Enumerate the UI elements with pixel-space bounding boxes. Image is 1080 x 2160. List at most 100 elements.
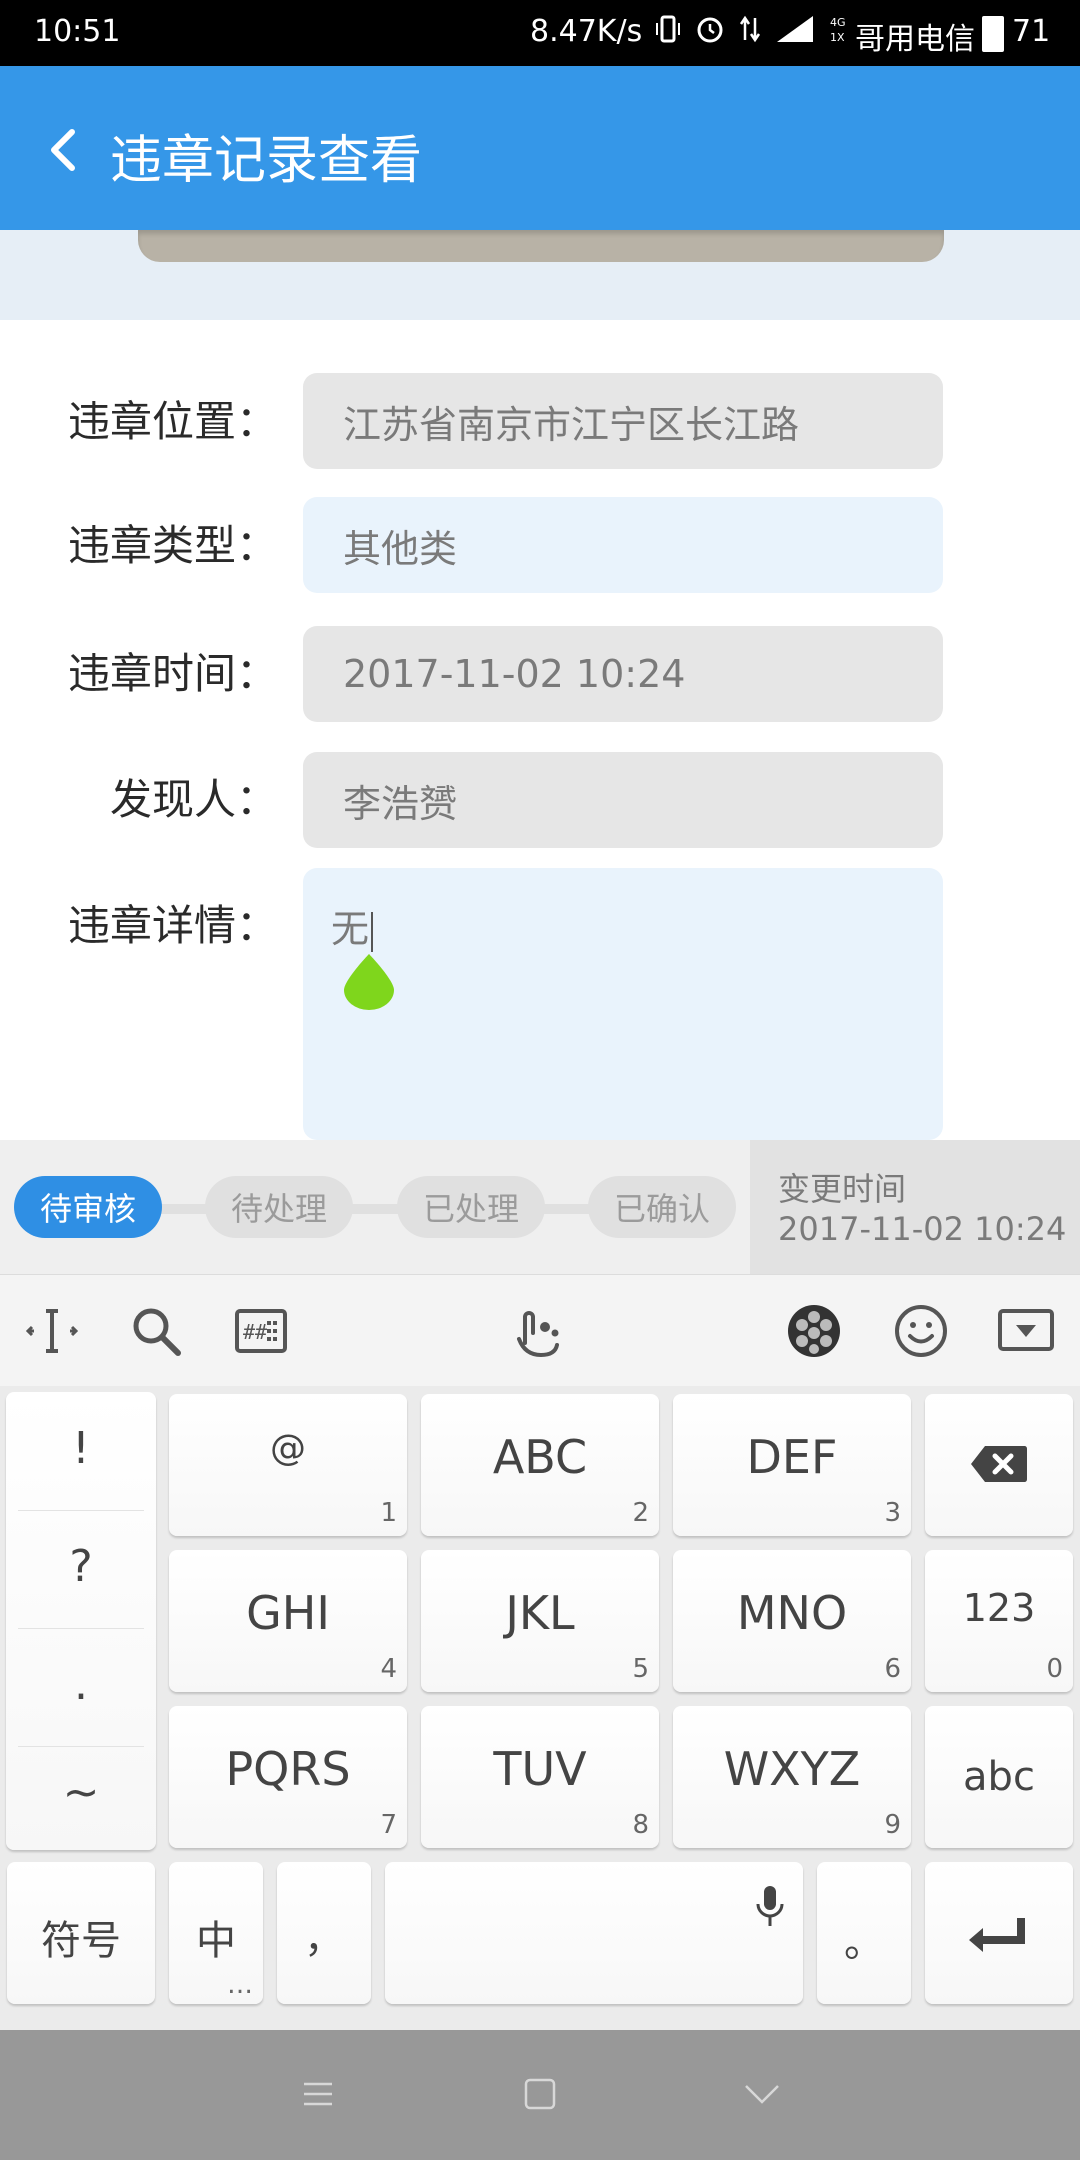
key-label: abc (963, 1754, 1035, 1800)
detail-text: 无 (331, 907, 370, 951)
backspace-icon (971, 1446, 1028, 1482)
keyboard: ! ? . ~ @ 1 ABC 2 DEF 3 GHI 4 JKL 5 MNO … (0, 1386, 1080, 2030)
key-sublabel: 1 (380, 1498, 397, 1528)
finder-label: 发现人： (109, 775, 278, 824)
punctuation-column: ! ? . ~ (6, 1392, 156, 1850)
key-tilde[interactable]: ~ (6, 1736, 156, 1850)
page-title: 违章记录查看 (110, 131, 423, 191)
symbols-key[interactable]: 符号 (7, 1862, 155, 2004)
key-dot[interactable]: . (6, 1628, 156, 1742)
key-sublabel: 5 (632, 1654, 649, 1684)
key-question[interactable]: ? (6, 1510, 156, 1624)
key-9[interactable]: WXYZ 9 (673, 1706, 911, 1848)
key-7[interactable]: PQRS 7 (169, 1706, 407, 1848)
search-icon[interactable] (128, 1303, 184, 1359)
key-sublabel: 2 (632, 1498, 649, 1528)
alarm-icon (697, 17, 723, 43)
key-sublabel: … (227, 1970, 253, 2000)
chevron-left-icon[interactable] (42, 126, 82, 174)
key-label: @ (270, 1428, 306, 1469)
change-time-value: 2017-11-02 10:24 (778, 1210, 1067, 1248)
data-transfer-icon (739, 15, 761, 43)
key-sublabel: 0 (1046, 1654, 1063, 1684)
type-label: 违章类型： (67, 521, 278, 570)
home-icon[interactable] (520, 2074, 560, 2114)
status-icons: 4G 1X (655, 14, 851, 44)
key-label: GHI (246, 1586, 330, 1640)
step-confirmed: 已确认 (588, 1176, 736, 1238)
key-2[interactable]: ABC 2 (421, 1394, 659, 1536)
key-1[interactable]: @ 1 (169, 1394, 407, 1536)
key-sublabel: 3 (884, 1498, 901, 1528)
key-label: 123 (962, 1586, 1036, 1630)
menu-icon[interactable] (298, 2074, 338, 2114)
cursor-icon[interactable] (24, 1303, 80, 1359)
enter-key[interactable] (925, 1862, 1073, 2004)
step-pending-handle: 待处理 (205, 1176, 353, 1238)
text-caret (371, 911, 374, 952)
status-progress: 待审核 待处理 已处理 已确认 (0, 1140, 750, 1274)
key-label: ABC (492, 1430, 588, 1484)
key-6[interactable]: MNO 6 (673, 1550, 911, 1692)
network-type-icon: 4G1X (830, 16, 846, 44)
key-label: PQRS (225, 1742, 351, 1796)
key-label: TUV (493, 1742, 587, 1796)
vibrate-icon (656, 15, 680, 43)
type-field[interactable]: 其他类 (303, 497, 943, 593)
backspace-key[interactable] (925, 1394, 1073, 1536)
navigation-bar (0, 2030, 1080, 2160)
svg-text:1X: 1X (830, 31, 845, 44)
chinese-key[interactable]: 中 … (169, 1862, 263, 2004)
location-field: 江苏省南京市江宁区长江路 (303, 373, 943, 469)
hide-keyboard-icon[interactable] (998, 1303, 1054, 1359)
space-key[interactable] (385, 1862, 803, 2004)
theme-icon[interactable] (786, 1303, 842, 1359)
key-label: 。 (844, 1920, 884, 1966)
comma-key[interactable]: ， (277, 1862, 371, 2004)
step-handled: 已处理 (397, 1176, 545, 1238)
time-label: 违章时间： (67, 649, 278, 698)
keypad-icon[interactable]: ## (233, 1303, 289, 1359)
violation-photo[interactable] (138, 230, 944, 262)
key-label: DEF (746, 1430, 838, 1484)
key-label: ， (304, 1916, 344, 1962)
key-label: MNO (736, 1586, 848, 1640)
key-4[interactable]: GHI 4 (169, 1550, 407, 1692)
app-header: 违章记录查看 (0, 66, 1080, 230)
key-label: WXYZ (723, 1742, 861, 1796)
key-exclamation[interactable]: ! (6, 1392, 156, 1506)
enter-icon (969, 1918, 1025, 1952)
finder-field: 李浩赟 (303, 752, 943, 848)
progress-line (80, 1204, 660, 1214)
back-chevron-down-icon[interactable] (742, 2074, 782, 2114)
detail-textarea[interactable]: 无 (303, 868, 943, 1140)
signal-icon (777, 16, 813, 42)
key-3[interactable]: DEF 3 (673, 1394, 911, 1536)
emoji-icon[interactable] (893, 1303, 949, 1359)
step-pending-review: 待审核 (14, 1176, 162, 1238)
key-5[interactable]: JKL 5 (421, 1550, 659, 1692)
key-sublabel: 6 (884, 1654, 901, 1684)
key-sublabel: 7 (380, 1810, 397, 1840)
period-key[interactable]: 。 (817, 1862, 911, 2004)
abc-key[interactable]: abc (925, 1706, 1073, 1848)
key-sublabel: 8 (632, 1810, 649, 1840)
key-8[interactable]: TUV 8 (421, 1706, 659, 1848)
svg-text:##: ## (243, 1320, 267, 1344)
key-label: 中 (196, 1918, 236, 1964)
keyboard-toolbar: ## (0, 1274, 1080, 1387)
battery-level: 71 (1012, 14, 1051, 49)
photo-area (0, 230, 1080, 320)
status-bar: 10:51 8.47K/s 4G 1X 哥用电信 71 (0, 0, 1080, 66)
carrier-name: 哥用电信 (855, 22, 975, 57)
text-cursor-handle-icon[interactable] (342, 952, 396, 1010)
key-sublabel: 9 (884, 1810, 901, 1840)
battery-icon (982, 16, 1004, 52)
handwriting-icon[interactable] (511, 1303, 567, 1359)
svg-text:4G: 4G (830, 16, 846, 29)
numeric-key[interactable]: 123 0 (925, 1550, 1073, 1692)
key-label: JKL (505, 1586, 575, 1640)
detail-label: 违章详情： (67, 901, 278, 950)
location-label: 违章位置： (67, 397, 278, 446)
network-speed: 8.47K/s (530, 14, 643, 49)
